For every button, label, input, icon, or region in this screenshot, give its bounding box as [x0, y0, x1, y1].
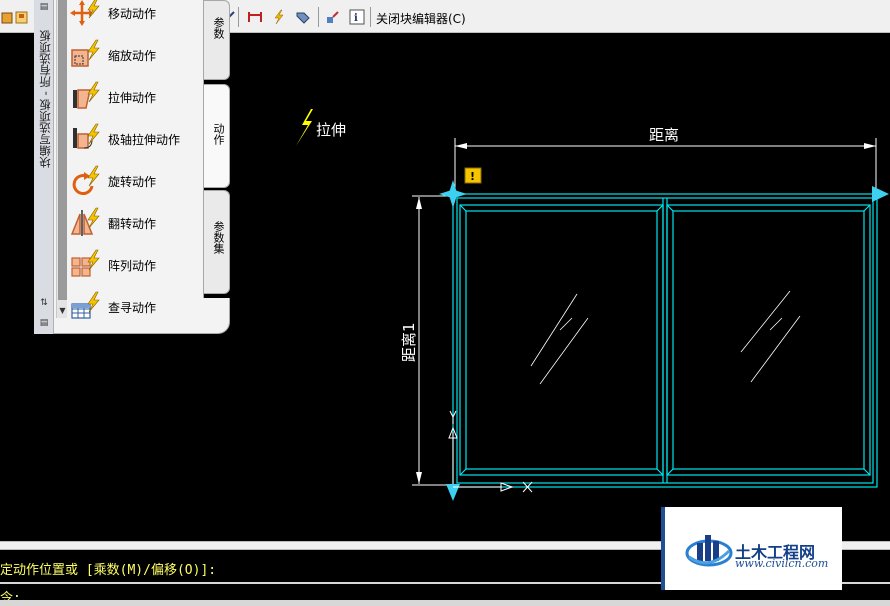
glass-hatch — [530, 290, 801, 385]
stretch-action-icon — [73, 81, 100, 109]
warning-icon[interactable]: ! — [464, 167, 482, 184]
tab-label: 动作 — [212, 123, 225, 145]
watermark-url: www.civilcn.com — [735, 557, 829, 570]
tab-actions[interactable]: 动作 — [204, 84, 230, 188]
dimension-vertical-label: 距离1 — [400, 322, 418, 362]
dimension-horizontal-label: 距离 — [649, 126, 679, 144]
dimension-horizontal[interactable]: 距离 — [454, 126, 877, 190]
tab-parameters[interactable]: 参数 — [204, 0, 230, 80]
close-block-editor-button[interactable]: 关闭块编辑器(C) — [376, 10, 466, 27]
scrollbar-thumb[interactable] — [58, 0, 67, 300]
palette-item-label: 查寻动作 — [108, 301, 157, 315]
block-authoring-palette: ▤ 块编写选项板 - 所有选项板 ⇅ ▤ ▼ 移动动作 缩放动作 拉伸动作 极轴… — [34, 0, 230, 334]
array-action-icon — [71, 249, 100, 277]
palette-item-label: 缩放动作 — [108, 49, 157, 63]
palette-item-label: 旋转动作 — [108, 175, 157, 189]
svg-text:!: ! — [470, 170, 475, 183]
palette-scrollbar[interactable]: ▼ — [56, 0, 67, 318]
palette-properties-icon[interactable]: ⇅ — [38, 298, 50, 308]
palette-item-flip-action[interactable]: 翻转动作 — [70, 204, 200, 240]
toolbar-separator — [318, 7, 319, 27]
svg-text:i: i — [354, 13, 358, 24]
palette-options-icon[interactable]: ▤ — [38, 318, 50, 328]
palette-item-label: 翻转动作 — [108, 217, 157, 231]
scale-action-icon — [71, 39, 100, 67]
toolbar-separator — [370, 7, 371, 27]
ucs-icon — [448, 410, 533, 493]
command-history-line: 定动作位置或 [乘数(M)/偏移(O)]: — [0, 563, 217, 578]
tab-parameter-sets[interactable]: 参数集 — [204, 190, 230, 294]
stretch-action-label: 拉伸 — [316, 121, 346, 139]
window-frame[interactable] — [452, 193, 878, 488]
palette-item-scale-action[interactable]: 缩放动作 — [70, 36, 200, 72]
polar-stretch-action-icon — [73, 123, 100, 149]
palette-menu-icon[interactable]: ▤ — [38, 2, 50, 12]
lookup-action-icon — [71, 291, 100, 319]
scroll-down-icon[interactable]: ▼ — [57, 305, 68, 316]
palette-item-polar-stretch-action[interactable]: 极轴拉伸动作 — [70, 120, 200, 156]
status-bar — [0, 600, 890, 606]
move-action-icon — [70, 0, 100, 26]
rotate-action-icon — [72, 165, 100, 196]
flip-action-icon — [70, 207, 100, 236]
tab-label: 参数集 — [212, 221, 225, 254]
visibility-icon[interactable] — [325, 9, 341, 25]
stretch-action-marker[interactable]: 拉伸 — [296, 109, 346, 146]
save-block-icon[interactable] — [14, 9, 30, 25]
dimension-vertical[interactable]: 距离1 — [400, 195, 452, 486]
lightning-icon — [296, 109, 313, 146]
palette-title-strip[interactable]: ▤ 块编写选项板 - 所有选项板 ⇅ ▤ — [34, 0, 54, 334]
tab-label: 参数 — [212, 17, 225, 39]
stretch-grips[interactable] — [439, 180, 889, 501]
block-editor-window: 拉伸 距离 距离1 ! i 关闭块编辑器(C) ▤ 块编写选项板 - 所有选项板… — [0, 0, 890, 606]
palette-item-label: 极轴拉伸动作 — [108, 133, 181, 147]
palette-item-move-action[interactable]: 移动动作 — [70, 0, 200, 30]
info-icon[interactable]: i — [349, 9, 365, 25]
attribute-icon[interactable] — [295, 9, 311, 25]
site-logo-icon — [685, 535, 733, 567]
site-watermark: 土木工程网 www.civilcn.com — [661, 507, 842, 590]
palette-item-label: 拉伸动作 — [108, 91, 157, 105]
parameter-icon[interactable] — [247, 9, 263, 25]
palette-item-array-action[interactable]: 阵列动作 — [70, 246, 200, 282]
palette-item-label: 阵列动作 — [108, 259, 157, 273]
palette-title: 块编写选项板 - 所有选项板 — [38, 30, 52, 168]
grip-right — [872, 186, 889, 202]
palette-item-rotate-action[interactable]: 旋转动作 — [70, 162, 200, 198]
palette-item-stretch-action[interactable]: 拉伸动作 — [70, 78, 200, 114]
palette-item-label: 移动动作 — [108, 7, 157, 21]
action-icon[interactable] — [271, 9, 287, 25]
palette-item-lookup-action[interactable]: 查寻动作 — [70, 288, 200, 324]
